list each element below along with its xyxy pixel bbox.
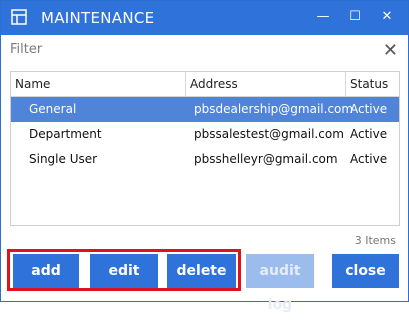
row-address: pbssalestest@gmail.com [194, 127, 344, 141]
close-window-icon[interactable]: ✕ [376, 7, 398, 27]
add-button[interactable]: add [13, 254, 79, 288]
button-bar: add edit delete audit log close [1, 249, 408, 313]
grid-row[interactable]: General pbsdealership@gmail.com Active [11, 97, 399, 122]
window-title: MAINTENANCE [41, 9, 155, 27]
grid-row[interactable]: Single User pbsshelleyr@gmail.com Active [11, 147, 399, 172]
audit-log-button: audit log [246, 254, 314, 313]
row-name: Single User [29, 152, 98, 166]
row-address: pbsdealership@gmail.com [194, 102, 354, 116]
filter-input[interactable]: Filter ✕ [10, 41, 400, 63]
column-header-status[interactable]: Status [346, 72, 399, 96]
column-header-name[interactable]: Name [11, 72, 186, 96]
row-name: Department [29, 127, 102, 141]
maintenance-window: MAINTENANCE — ☐ ✕ Filter ✕ Name Address … [0, 0, 409, 313]
item-count: 3 Items [354, 234, 396, 247]
title-bar[interactable]: MAINTENANCE — ☐ ✕ [1, 1, 408, 35]
delete-button[interactable]: delete [167, 254, 236, 288]
row-status: Active [350, 127, 388, 141]
edit-button[interactable]: edit [90, 254, 158, 288]
app-icon [11, 9, 27, 25]
row-name: General [29, 102, 77, 116]
maximize-icon[interactable]: ☐ [344, 7, 366, 27]
close-button[interactable]: close [332, 254, 399, 288]
minimize-icon[interactable]: — [312, 7, 334, 27]
column-header-address[interactable]: Address [186, 72, 346, 96]
clear-filter-icon[interactable]: ✕ [383, 41, 398, 61]
filter-placeholder: Filter [10, 42, 43, 57]
grid-row[interactable]: Department pbssalestest@gmail.com Active [11, 122, 399, 147]
row-address: pbsshelleyr@gmail.com [194, 152, 338, 166]
row-status: Active [350, 152, 388, 166]
row-status: Active [350, 102, 388, 116]
mailbox-grid: Name Address Status General pbsdealershi… [10, 71, 400, 226]
grid-header: Name Address Status [11, 72, 399, 97]
